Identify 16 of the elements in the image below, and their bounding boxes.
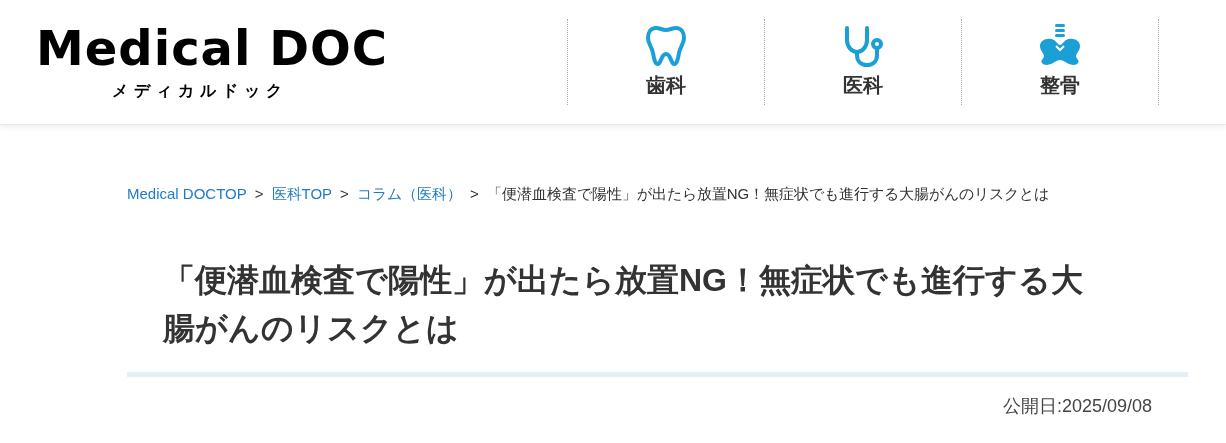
breadcrumb-link[interactable]: 医科TOP <box>271 183 333 206</box>
nav-link[interactable]: 歯科 <box>568 19 765 105</box>
breadcrumb-separator: > <box>340 184 349 204</box>
nav-link[interactable]: 整骨 <box>962 19 1159 105</box>
breadcrumb-separator: > <box>469 184 479 204</box>
pelvis-icon <box>1037 24 1083 68</box>
breadcrumb-current: 「便潜血検査で陽性」が出たら放置NG！無症状でも進行する大腸がんのリスクとは <box>486 184 1050 204</box>
logo-subtitle: メディカルドック <box>112 81 288 101</box>
breadcrumb-link[interactable]: コラム（医科） <box>356 183 462 206</box>
article-title: 「便潜血検査で陽性」が出たら放置NG！無症状でも進行する大腸がんのリスクとは <box>163 260 1084 348</box>
breadcrumb-link[interactable]: Medical DOCTOP <box>127 183 247 206</box>
logo-wordmark[interactable]: Medical DOC <box>36 21 388 75</box>
published-date: 公開日:2025/09/08 <box>1002 394 1152 418</box>
nav-link[interactable]: 医科 <box>765 19 962 105</box>
breadcrumb-separator: > <box>254 184 264 204</box>
tooth-icon <box>644 24 688 68</box>
